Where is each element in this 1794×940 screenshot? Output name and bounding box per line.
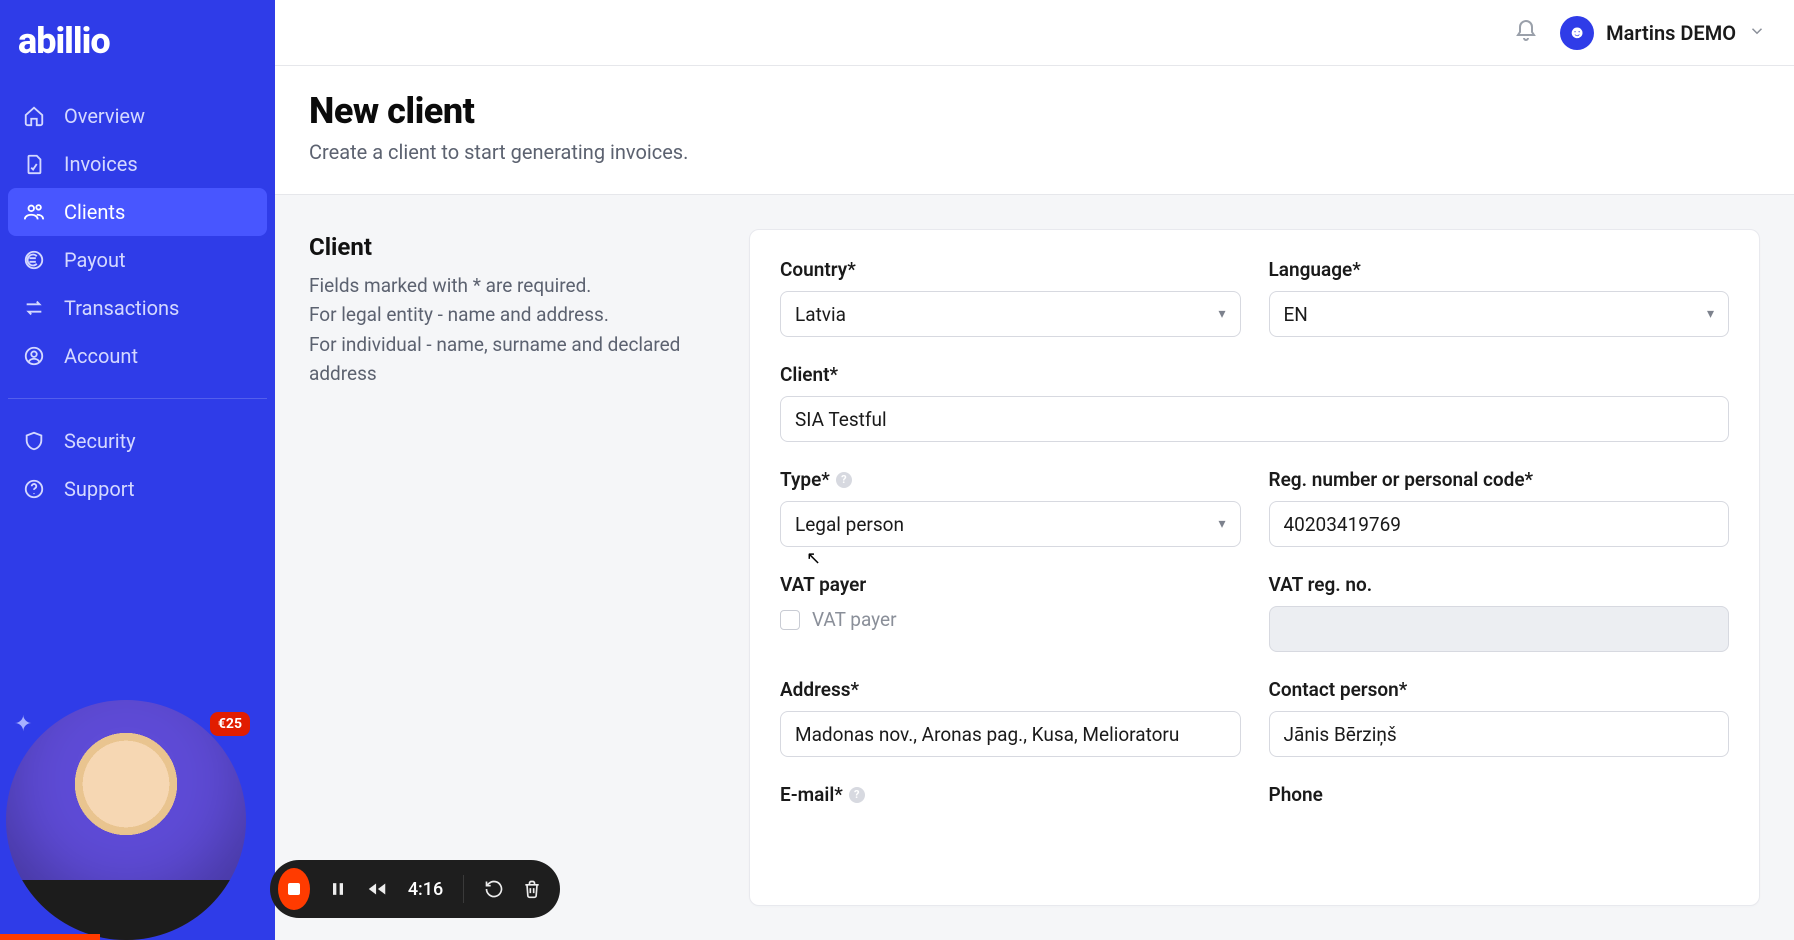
brand-logo: abillio [0, 0, 275, 92]
user-circle-icon [22, 344, 46, 368]
country-select[interactable]: Latvia ▾ [780, 291, 1241, 337]
nav-divider [8, 398, 267, 399]
label-reg-number: Reg. number or personal code* [1269, 468, 1730, 491]
sidebar-item-invoices[interactable]: Invoices [8, 140, 267, 188]
label-vat-payer: VAT payer [780, 573, 1241, 596]
field-vat-regno: VAT reg. no. [1269, 573, 1730, 652]
sidebar-item-label: Clients [64, 200, 125, 224]
field-address: Address* [780, 678, 1241, 757]
transfer-icon [22, 296, 46, 320]
field-email: E-mail* ? [780, 783, 1241, 816]
chevron-down-icon [1748, 22, 1766, 44]
label-email: E-mail* ? [780, 783, 1241, 806]
label-address: Address* [780, 678, 1241, 701]
field-language: Language* EN ▾ [1269, 258, 1730, 337]
user-menu[interactable]: ☻ Martins DEMO [1560, 16, 1766, 50]
recorder-toolbar: 4:16 [270, 860, 560, 918]
chevron-down-icon: ▾ [1218, 306, 1225, 322]
checkbox-icon [780, 610, 800, 630]
home-icon [22, 104, 46, 128]
field-type: Type* ? Legal person ▾ [780, 468, 1241, 547]
help-icon[interactable]: ? [836, 472, 852, 488]
language-select[interactable]: EN ▾ [1269, 291, 1730, 337]
sidebar-item-label: Overview [64, 104, 145, 128]
sidebar-item-transactions[interactable]: Transactions [8, 284, 267, 332]
sidebar-item-support[interactable]: Support [8, 465, 267, 513]
sidebar-item-security[interactable]: Security [8, 417, 267, 465]
sidebar-item-label: Payout [64, 248, 126, 272]
reg-number-input[interactable] [1269, 501, 1730, 547]
label-language: Language* [1269, 258, 1730, 281]
type-select[interactable]: Legal person ▾ [780, 501, 1241, 547]
euro-icon [22, 248, 46, 272]
field-client-name: Client* [780, 363, 1729, 442]
progress-bar [0, 934, 100, 940]
vat-regno-input [1269, 606, 1730, 652]
field-vat-payer: VAT payer VAT payer [780, 573, 1241, 652]
sidebar-item-payout[interactable]: Payout [8, 236, 267, 284]
label-type: Type* ? [780, 468, 1241, 491]
vat-payer-checkbox[interactable]: VAT payer [780, 606, 1241, 631]
sidebar-item-label: Invoices [64, 152, 138, 176]
address-input[interactable] [780, 711, 1241, 757]
field-phone: Phone [1269, 783, 1730, 816]
field-country: Country* Latvia ▾ [780, 258, 1241, 337]
section-desc: Fields marked with * are required. For l… [309, 271, 709, 389]
client-name-input[interactable] [780, 396, 1729, 442]
user-avatar-icon: ☻ [1560, 16, 1594, 50]
page-header: New client Create a client to start gene… [275, 66, 1794, 195]
sidebar-item-account[interactable]: Account [8, 332, 267, 380]
sparkle-icon: ✦ [14, 712, 32, 737]
stop-button[interactable] [278, 868, 310, 910]
contact-input[interactable] [1269, 711, 1730, 757]
chevron-down-icon: ▾ [1218, 516, 1225, 532]
field-contact: Contact person* [1269, 678, 1730, 757]
primary-nav: Overview Invoices Clients Payout [0, 92, 275, 513]
sidebar-item-label: Security [64, 429, 136, 453]
document-icon [22, 152, 46, 176]
sidebar: abillio Overview Invoices Clients [0, 0, 275, 940]
chevron-down-icon: ▾ [1707, 306, 1714, 322]
sidebar-item-label: Transactions [64, 296, 179, 320]
restart-button[interactable] [484, 879, 504, 899]
main: ☻ Martins DEMO New client Create a clien… [275, 0, 1794, 940]
delete-button[interactable] [522, 879, 542, 899]
content: Client Fields marked with * are required… [275, 195, 1794, 940]
section-info: Client Fields marked with * are required… [309, 229, 709, 906]
page-title: New client [309, 90, 1760, 132]
label-contact: Contact person* [1269, 678, 1730, 701]
sidebar-item-label: Account [64, 344, 138, 368]
users-icon [22, 200, 46, 224]
label-client: Client* [780, 363, 1729, 386]
page-subtitle: Create a client to start generating invo… [309, 140, 1760, 164]
notifications-button[interactable] [1514, 19, 1538, 47]
user-name: Martins DEMO [1606, 21, 1736, 45]
client-form-card: Country* Latvia ▾ Language* EN ▾ [749, 229, 1760, 906]
help-icon[interactable]: ? [849, 787, 865, 803]
rewind-button[interactable] [366, 878, 388, 900]
label-phone: Phone [1269, 783, 1730, 806]
sidebar-item-label: Support [64, 477, 135, 501]
label-vat-regno: VAT reg. no. [1269, 573, 1730, 596]
topbar: ☻ Martins DEMO [275, 0, 1794, 66]
label-country: Country* [780, 258, 1241, 281]
field-reg-number: Reg. number or personal code* [1269, 468, 1730, 547]
recorder-time: 4:16 [408, 879, 443, 900]
presenter-avatar: ✦ €25 [6, 700, 246, 940]
sidebar-item-clients[interactable]: Clients [8, 188, 267, 236]
credit-badge: €25 [210, 712, 250, 736]
section-title: Client [309, 233, 709, 261]
pause-button[interactable] [328, 879, 348, 899]
shield-icon [22, 429, 46, 453]
sidebar-item-overview[interactable]: Overview [8, 92, 267, 140]
help-icon [22, 477, 46, 501]
